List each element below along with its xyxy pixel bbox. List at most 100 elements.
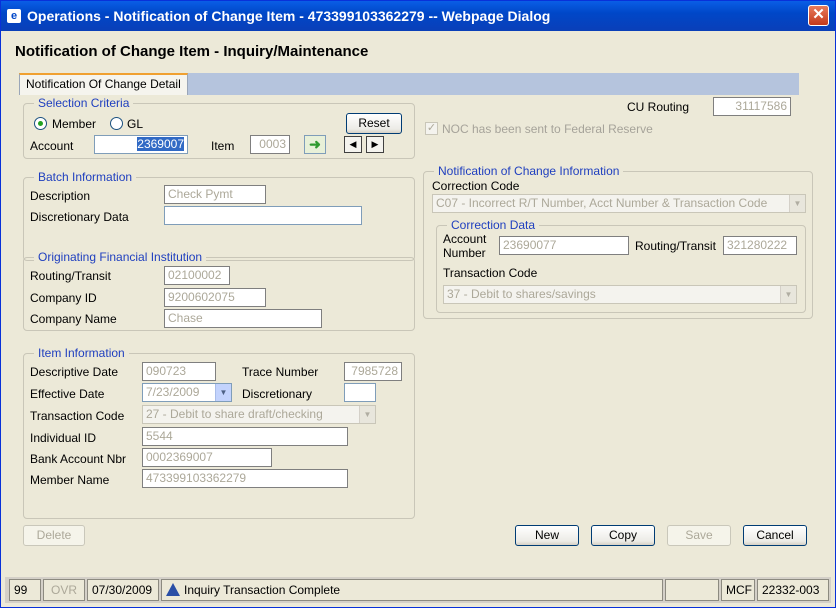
tab-noc-detail[interactable]: Notification Of Change Detail	[19, 73, 188, 95]
effective-date-value: 7/23/2009	[146, 385, 200, 399]
member-name-input[interactable]: 473399103362279	[142, 469, 348, 488]
corr-account-label-1: Account	[443, 232, 487, 246]
status-message: Inquiry Transaction Complete	[184, 583, 341, 597]
info-triangle-icon	[166, 583, 180, 596]
left-arrow-icon: ◀	[349, 139, 357, 149]
go-arrow-icon: ➜	[309, 136, 321, 152]
noc-sent-checkbox[interactable]: ✓	[425, 122, 438, 135]
batch-discretionary-input[interactable]	[164, 206, 362, 225]
correction-code-value: C07 - Incorrect R/T Number, Acct Number …	[436, 196, 768, 210]
corr-routing-label: Routing/Transit	[635, 239, 716, 253]
batch-description-input[interactable]: Check Pymt	[164, 185, 266, 204]
copy-button[interactable]: Copy	[591, 525, 655, 546]
batch-info-group: Batch Information Description Check Pymt…	[23, 170, 415, 261]
descriptive-date-label: Descriptive Date	[30, 365, 119, 379]
status-code: 99	[9, 579, 41, 601]
member-radio[interactable]	[34, 117, 47, 130]
item-tran-code-select[interactable]: 27 - Debit to share draft/checking ▼	[142, 405, 376, 424]
trace-number-label: Trace Number	[242, 365, 319, 379]
ofi-legend: Originating Financial Institution	[34, 250, 207, 264]
cu-routing-input[interactable]: 31117586	[713, 97, 791, 116]
company-id-input[interactable]: 9200602075	[164, 288, 266, 307]
cancel-button[interactable]: Cancel	[743, 525, 807, 546]
tab-label: Notification Of Change Detail	[26, 77, 181, 91]
corr-tran-code-select[interactable]: 37 - Debit to shares/savings ▼	[443, 285, 797, 304]
selection-criteria-group: Selection Criteria Member GL Reset Accou…	[23, 96, 415, 159]
bank-account-label: Bank Account Nbr	[30, 452, 127, 466]
company-name-label: Company Name	[30, 312, 117, 326]
account-input[interactable]: 2369007	[94, 135, 188, 154]
member-radio-label: Member	[52, 117, 97, 131]
close-icon: ✕	[812, 6, 825, 23]
page-title: Notification of Change Item - Inquiry/Ma…	[15, 43, 369, 60]
ofi-routing-input[interactable]: 02100002	[164, 266, 230, 285]
individual-id-label: Individual ID	[30, 431, 97, 445]
noc-sent-label: NOC has been sent to Federal Reserve	[442, 122, 653, 136]
item-info-group: Item Information Descriptive Date 090723…	[23, 346, 415, 519]
batch-description-label: Description	[30, 189, 91, 203]
right-arrow-icon: ▶	[371, 139, 379, 149]
chevron-down-icon: ▼	[789, 195, 805, 212]
ofi-routing-label: Routing/Transit	[30, 269, 111, 283]
item-discretionary-input[interactable]	[344, 383, 376, 402]
item-discretionary-label: Discretionary	[242, 387, 313, 401]
selection-criteria-legend: Selection Criteria	[34, 96, 134, 110]
item-label: Item	[211, 139, 235, 153]
cu-routing-label: CU Routing	[627, 100, 690, 114]
item-tran-code-value: 27 - Debit to share draft/checking	[146, 407, 323, 421]
gl-radio-label: GL	[127, 117, 144, 131]
chevron-down-icon: ▼	[359, 406, 375, 423]
reset-button[interactable]: Reset	[346, 113, 402, 134]
close-button[interactable]: ✕	[808, 5, 829, 26]
dialog-window: e Operations - Notification of Change It…	[0, 0, 836, 608]
item-tran-code-label: Transaction Code	[30, 409, 125, 423]
chevron-down-icon[interactable]: ▼	[215, 384, 231, 401]
next-button[interactable]: ▶	[366, 136, 384, 153]
radio-selected-dot	[38, 121, 43, 126]
delete-button[interactable]: Delete	[23, 525, 85, 546]
correction-code-select[interactable]: C07 - Incorrect R/T Number, Acct Number …	[432, 194, 806, 213]
window-title: Operations - Notification of Change Item…	[27, 8, 551, 24]
correction-data-group: Correction Data Account Number 23690077 …	[436, 218, 806, 313]
item-info-legend: Item Information	[34, 346, 129, 360]
account-label: Account	[30, 139, 74, 153]
checkmark-icon: ✓	[426, 122, 437, 134]
status-ovr: OVR	[43, 579, 85, 601]
corr-tran-code-label: Transaction Code	[443, 266, 538, 280]
status-mcf: MCF	[721, 579, 755, 601]
gl-radio[interactable]	[110, 117, 123, 130]
status-blank	[665, 579, 719, 601]
descriptive-date-input[interactable]: 090723	[142, 362, 216, 381]
ie-app-icon: e	[7, 9, 21, 23]
effective-date-picker[interactable]: 7/23/2009 ▼	[142, 383, 232, 402]
corr-account-label-2: Number	[443, 246, 486, 260]
bank-account-input[interactable]: 0002369007	[142, 448, 272, 467]
new-button[interactable]: New	[515, 525, 579, 546]
individual-id-input[interactable]: 5544	[142, 427, 348, 446]
batch-discretionary-label: Discretionary Data	[30, 210, 129, 224]
go-arrow-button[interactable]: ➜	[304, 135, 326, 154]
title-bar: e Operations - Notification of Change It…	[1, 1, 835, 31]
corr-account-input[interactable]: 23690077	[499, 236, 629, 255]
status-date: 07/30/2009	[87, 579, 159, 601]
trace-number-input[interactable]: 7985728	[344, 362, 402, 381]
effective-date-label: Effective Date	[30, 387, 105, 401]
correction-code-label: Correction Code	[432, 179, 520, 193]
status-id: 22332-003	[757, 579, 829, 601]
corr-tran-code-value: 37 - Debit to shares/savings	[447, 287, 596, 301]
item-input[interactable]: 0003	[250, 135, 290, 154]
batch-info-legend: Batch Information	[34, 170, 137, 184]
chevron-down-icon: ▼	[780, 286, 796, 303]
corr-routing-input[interactable]: 321280222	[723, 236, 797, 255]
save-button[interactable]: Save	[667, 525, 731, 546]
tab-strip: Notification Of Change Detail	[19, 73, 799, 95]
noc-info-legend: Notification of Change Information	[434, 164, 624, 178]
previous-button[interactable]: ◀	[344, 136, 362, 153]
dialog-content: Notification of Change Item - Inquiry/Ma…	[5, 31, 831, 573]
status-bar: 99 OVR 07/30/2009 Inquiry Transaction Co…	[5, 577, 831, 603]
company-name-input[interactable]: Chase	[164, 309, 322, 328]
account-value: 2369007	[137, 137, 184, 151]
ofi-group: Originating Financial Institution Routin…	[23, 250, 415, 331]
noc-info-group: Notification of Change Information Corre…	[423, 164, 813, 319]
correction-data-legend: Correction Data	[447, 218, 540, 232]
